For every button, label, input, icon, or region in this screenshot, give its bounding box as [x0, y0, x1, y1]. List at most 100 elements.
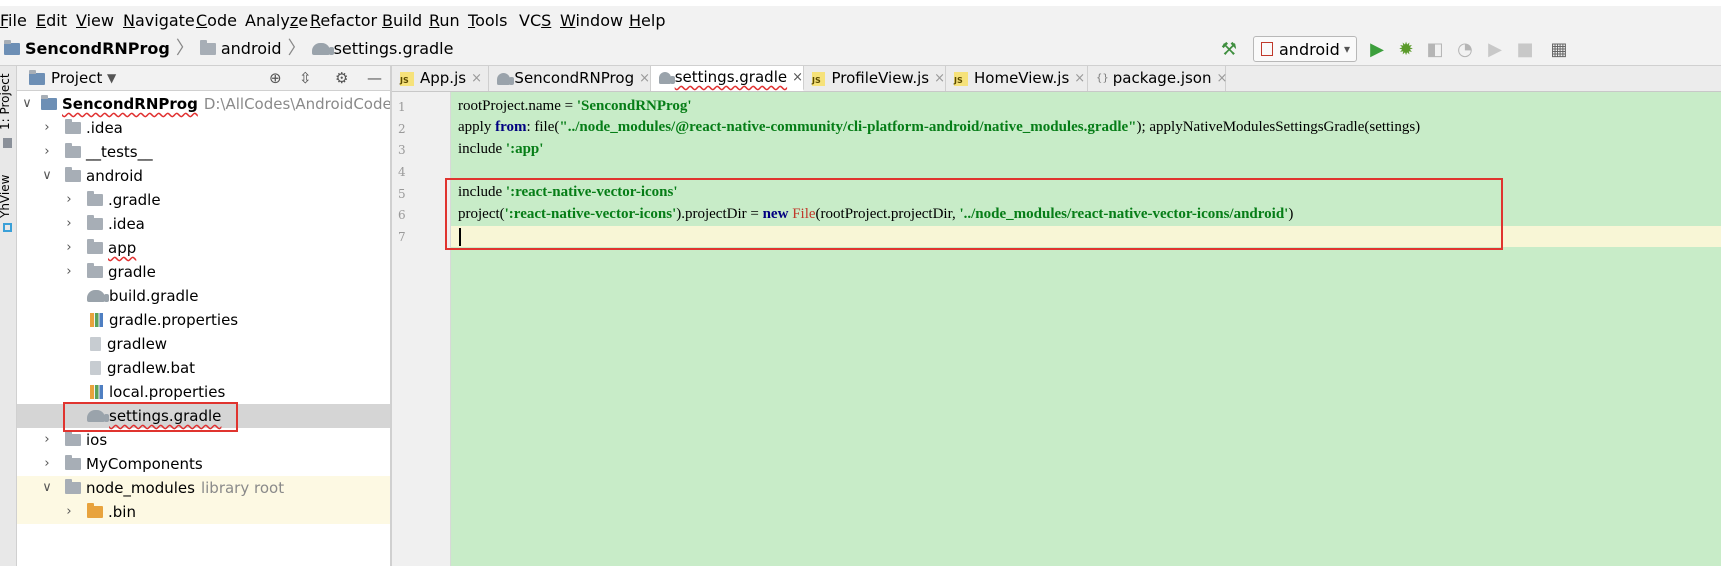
menu-code[interactable]: Code	[196, 8, 237, 34]
tab-profileview-js[interactable]: JS ProfileView.js ×	[804, 66, 946, 91]
tree-label: app	[108, 239, 137, 257]
chevron-down-icon: ▾	[1343, 42, 1350, 56]
profile-icon[interactable]: ◧	[1424, 38, 1446, 60]
close-icon[interactable]: ×	[471, 66, 482, 91]
close-icon[interactable]: ×	[792, 65, 803, 90]
sdk-manager-icon[interactable]: ▦	[1548, 38, 1570, 60]
debug-icon[interactable]: ✹	[1395, 38, 1417, 60]
tree-row-mycomponents[interactable]: › MyComponents	[17, 452, 390, 476]
menu-view[interactable]: View	[76, 8, 114, 34]
locate-icon[interactable]: ⊕	[269, 66, 282, 90]
menu-vcs[interactable]: VCS	[519, 8, 551, 34]
folder-icon	[65, 431, 81, 446]
chevron-down-icon[interactable]: ∨	[41, 476, 53, 500]
line-number: 5	[398, 187, 406, 201]
left-tool-strip: 1: Project YhView	[0, 66, 17, 566]
menu-build[interactable]: Build	[382, 8, 422, 34]
menu-edit[interactable]: Edit	[36, 8, 67, 34]
chevron-right-icon[interactable]: ›	[41, 428, 53, 452]
tree-label: .idea	[108, 215, 145, 233]
breadcrumb-folder[interactable]: android	[221, 37, 282, 61]
chevron-right-icon[interactable]: ›	[41, 452, 53, 476]
file-icon	[90, 361, 101, 375]
folder-icon	[87, 215, 103, 230]
run-config-select[interactable]: android ▾	[1253, 36, 1357, 62]
menu-file[interactable]: File	[0, 8, 27, 34]
tree-row-app[interactable]: › app	[17, 236, 390, 260]
tool-tab-project[interactable]: 1: Project	[0, 73, 12, 130]
gradle-icon	[87, 290, 109, 302]
run-icon[interactable]: ▶	[1366, 38, 1388, 60]
tree-label: .gradle	[108, 191, 161, 209]
tab-homeview-js[interactable]: JS HomeView.js ×	[946, 66, 1088, 91]
tree-row-android[interactable]: ∨ android	[17, 164, 390, 188]
stop-icon[interactable]: ■	[1514, 38, 1536, 60]
tab-settings-gradle[interactable]: settings.gradle ×	[651, 66, 804, 91]
chevron-right-icon[interactable]: ›	[63, 188, 75, 212]
folder-icon	[65, 167, 81, 182]
folder-icon	[87, 239, 103, 254]
close-icon[interactable]: ×	[1217, 66, 1228, 91]
tree-row-node-modules[interactable]: ∨ node_modules library root	[17, 476, 390, 500]
menu-help[interactable]: Help	[629, 8, 665, 34]
chevron-right-icon[interactable]: ›	[41, 116, 53, 140]
project-panel-title[interactable]: Project	[51, 66, 102, 90]
tree-row-gradle[interactable]: › gradle	[17, 260, 390, 284]
chevron-right-icon[interactable]: ›	[63, 212, 75, 236]
close-icon[interactable]: ×	[1074, 66, 1085, 91]
tab-app-js[interactable]: JS App.js ×	[392, 66, 489, 91]
chevron-right-icon[interactable]: ›	[63, 236, 75, 260]
tree-row-local-properties[interactable]: local.properties	[17, 380, 390, 404]
tab-package-json[interactable]: {} package.json ×	[1088, 66, 1228, 91]
tree-row-root[interactable]: ∨ SencondRNProg D:\AllCodes\AndroidCode\…	[17, 92, 390, 116]
hammer-icon[interactable]: ⚒	[1218, 38, 1240, 60]
breadcrumb-file[interactable]: settings.gradle	[334, 37, 454, 61]
folder-icon	[87, 503, 103, 518]
close-icon[interactable]: ×	[934, 66, 945, 91]
tab-sencondrnprog[interactable]: SencondRNProg ×	[489, 66, 651, 91]
chevron-down-icon[interactable]: ▼	[107, 66, 116, 90]
apply-changes-icon[interactable]: ▶	[1484, 38, 1506, 60]
menu-navigate[interactable]: Navigate	[123, 8, 195, 34]
file-icon	[90, 337, 101, 351]
close-icon[interactable]: ×	[639, 66, 650, 91]
js-file-icon: JS	[812, 71, 826, 86]
tree-row-gradlew-bat[interactable]: gradlew.bat	[17, 356, 390, 380]
chevron-right-icon[interactable]: ›	[41, 140, 53, 164]
tree-row-gradle-properties[interactable]: gradle.properties	[17, 308, 390, 332]
tree-row-bin[interactable]: › .bin	[17, 500, 390, 524]
gear-icon[interactable]: ⚙	[335, 66, 348, 90]
tree-label: .bin	[108, 503, 136, 521]
tree-row-android-idea[interactable]: › .idea	[17, 212, 390, 236]
android-module-icon	[1261, 42, 1273, 56]
gradle-icon	[497, 72, 515, 85]
tree-label: MyComponents	[86, 455, 203, 473]
chevron-down-icon[interactable]: ∨	[41, 164, 53, 188]
menu-run[interactable]: Run	[429, 8, 460, 34]
collapse-all-icon[interactable]: ⇳	[299, 66, 312, 90]
tree-row-build-gradle[interactable]: build.gradle	[17, 284, 390, 308]
breadcrumb-project[interactable]: SencondRNProg	[25, 37, 170, 61]
menu-refactor[interactable]: Refactor	[310, 8, 377, 34]
tree-row-tests[interactable]: › __tests__	[17, 140, 390, 164]
minimize-icon[interactable]: —	[367, 66, 382, 90]
code-editor[interactable]	[451, 92, 1721, 566]
tree-row-gradle-dir[interactable]: › .gradle	[17, 188, 390, 212]
menu-tools[interactable]: Tools	[468, 8, 507, 34]
tree-row-idea[interactable]: › .idea	[17, 116, 390, 140]
project-view-icon	[29, 70, 45, 85]
menu-analyze[interactable]: Analyze	[245, 8, 308, 34]
attach-debugger-icon[interactable]: ◔	[1454, 38, 1476, 60]
tree-label: gradle	[108, 263, 156, 281]
chevron-right-icon[interactable]: ›	[63, 260, 75, 284]
code-line-3: include ':app'	[458, 141, 544, 157]
project-panel-header: Project ▼ ⊕ ⇳ ⚙ —	[17, 66, 390, 91]
tool-tab-yhview[interactable]: YhView	[0, 175, 12, 218]
line-number: 2	[398, 122, 406, 136]
tree-row-gradlew[interactable]: gradlew	[17, 332, 390, 356]
highlight-box-settings-file	[63, 402, 238, 432]
folder-icon	[199, 40, 216, 55]
menu-window[interactable]: Window	[560, 8, 623, 34]
chevron-right-icon[interactable]: ›	[63, 500, 75, 524]
chevron-down-icon[interactable]: ∨	[21, 92, 33, 116]
